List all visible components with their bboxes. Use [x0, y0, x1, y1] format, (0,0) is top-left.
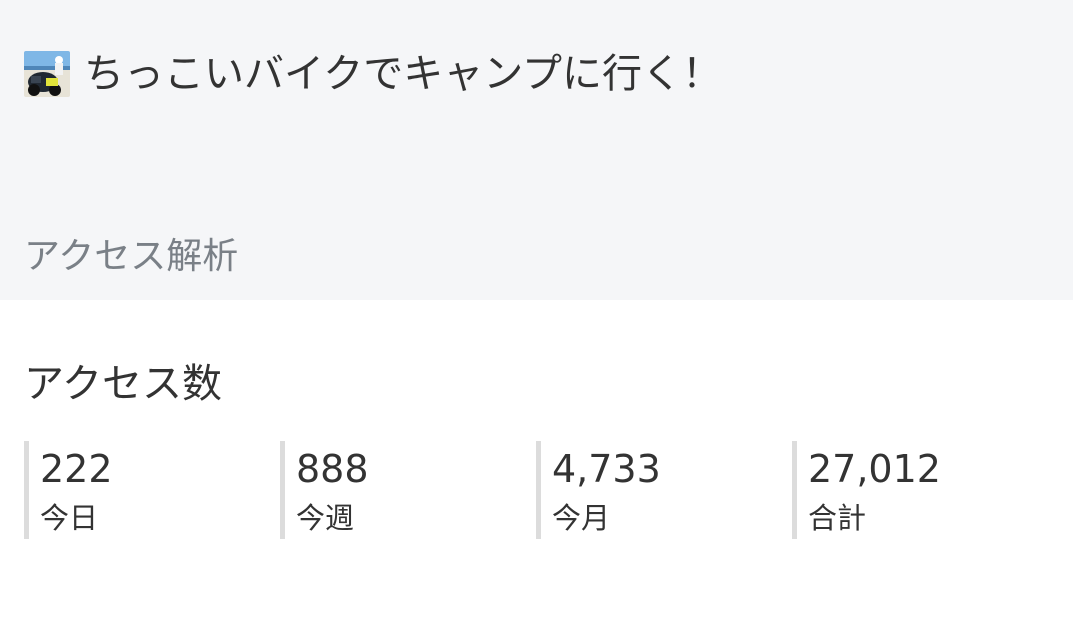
motorcycle-photo-icon: [24, 51, 70, 97]
stat-total-label: 合計: [808, 501, 867, 535]
stat-month: 4,733 今月: [536, 441, 792, 539]
stat-week-label: 今週: [296, 501, 355, 535]
stat-week-value: 888: [296, 447, 369, 491]
section-label: アクセス解析: [24, 236, 239, 277]
stat-month-label: 今月: [552, 501, 611, 535]
page-heading: アクセス数: [24, 361, 222, 407]
stat-total-value: 27,012: [808, 447, 941, 491]
stat-total: 27,012 合計: [792, 441, 1048, 539]
stat-today-label: 今日: [40, 501, 99, 535]
blog-title-link[interactable]: ちっこいバイクでキャンプに行く！: [84, 44, 722, 104]
blog-header-panel: ちっこいバイクでキャンプに行く！ アクセス解析: [0, 0, 1073, 300]
blog-avatar-icon[interactable]: [24, 51, 70, 97]
stat-week: 888 今週: [280, 441, 536, 539]
stat-today-value: 222: [40, 447, 113, 491]
stat-today: 222 今日: [24, 441, 280, 539]
access-stats: 222 今日 888 今週 4,733 今月 27,012 合計: [24, 441, 1048, 539]
blog-header: ちっこいバイクでキャンプに行く！: [24, 44, 722, 104]
stat-month-value: 4,733: [552, 447, 661, 491]
